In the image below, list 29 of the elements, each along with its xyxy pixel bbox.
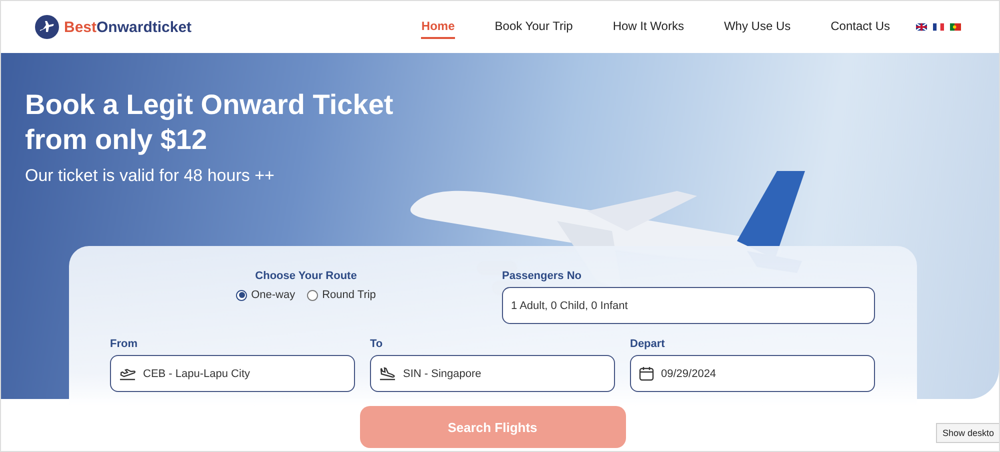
passengers-field[interactable]: 1 Adult, 0 Child, 0 Infant [502,287,875,324]
plane-takeoff-icon [119,366,136,380]
field-label: To [370,338,384,350]
route-radio[interactable]: One-way [236,289,296,301]
input-field[interactable]: 09/29/2024 [630,355,875,392]
nav-link[interactable]: Home [421,15,455,39]
nav-link[interactable]: Why Use Us [724,15,791,39]
hero-subtitle: Our ticket is valid for 48 hours ++ [25,166,276,186]
input-field[interactable]: SIN - Singapore [370,355,615,392]
brand-logo-text[interactable]: BestOnwardticket [64,18,192,36]
field-label: From [110,338,138,350]
field-label: Choose Your Route [255,270,357,282]
airplane-logo-icon [35,15,59,39]
tooltip: Show deskto [936,423,999,443]
field-value: SIN - Singapore [403,368,482,380]
flag-icon[interactable] [933,23,944,31]
calendar-icon [639,366,654,381]
field-label: Depart [630,338,666,350]
plane-landing-icon [379,366,396,380]
flag-icon[interactable] [916,23,927,31]
input-field[interactable]: CEB - Lapu-Lapu City [110,355,355,392]
field-value: CEB - Lapu-Lapu City [143,368,250,380]
nav-link[interactable]: Book Your Trip [494,15,573,39]
field-value: 09/29/2024 [661,368,716,380]
nav-link[interactable]: Contact Us [830,15,890,39]
field-label: Passengers No [502,270,582,282]
route-radio[interactable]: Round Trip [307,289,376,301]
hero-title: Book a Legit Onward Ticket from only $12 [25,88,394,157]
nav-link[interactable]: How It Works [612,15,684,39]
